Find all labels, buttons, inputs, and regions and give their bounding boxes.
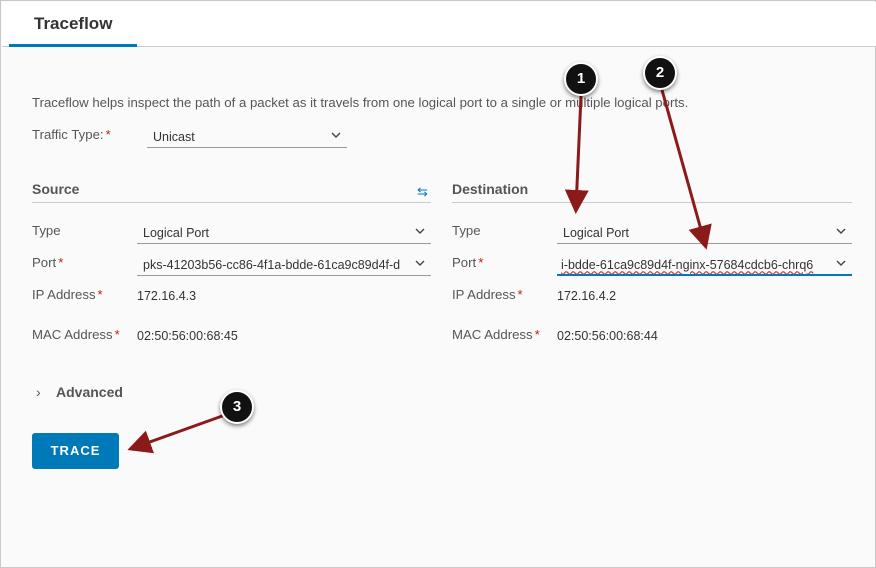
destination-type-label: Type (452, 223, 481, 238)
destination-port-select[interactable]: i-bdde-61ca9c89d4f-nginx-57684cdcb6-chrq… (557, 253, 852, 276)
destination-title: Destination (452, 181, 529, 197)
description-text: Traceflow helps inspect the path of a pa… (32, 95, 689, 110)
destination-ip-label: IP Address * (452, 287, 523, 302)
source-ip-label: IP Address * (32, 287, 103, 302)
source-port-label: Port * (32, 255, 64, 270)
traffic-type-value: Unicast (153, 130, 195, 144)
callout-badge-2: 2 (643, 56, 677, 90)
chevron-down-icon (413, 224, 427, 238)
source-port-value: pks-41203b56-cc86-4f1a-bdde-61ca9c89d4f-… (143, 258, 401, 272)
chevron-down-icon (834, 256, 848, 270)
advanced-label: Advanced (56, 384, 123, 400)
tab-bar: Traceflow (2, 2, 876, 47)
destination-divider (452, 202, 852, 203)
source-port-select[interactable]: pks-41203b56-cc86-4f1a-bdde-61ca9c89d4f-… (137, 253, 431, 276)
trace-button[interactable]: TRACE (32, 433, 119, 469)
destination-type-select[interactable]: Logical Port (557, 221, 852, 244)
chevron-down-icon (834, 224, 848, 238)
swap-icon[interactable]: ⇆ (417, 184, 428, 200)
callout-badge-1: 1 (564, 62, 598, 96)
source-divider (32, 202, 431, 203)
destination-ip-value: 172.16.4.2 (557, 289, 617, 303)
destination-port-value: i-bdde-61ca9c89d4f-nginx-57684cdcb6-chrq… (561, 258, 814, 272)
destination-port-label: Port * (452, 255, 484, 270)
source-mac-value: 02:50:56:00:68:45 (137, 329, 238, 343)
source-type-label: Type (32, 223, 61, 238)
source-title: Source (32, 181, 80, 197)
destination-mac-value: 02:50:56:00:68:44 (557, 329, 658, 343)
traffic-type-label: Traffic Type: * (32, 127, 111, 142)
callout-badge-3: 3 (220, 390, 254, 424)
chevron-down-icon (413, 256, 427, 270)
source-type-value: Logical Port (143, 226, 210, 240)
source-mac-label: MAC Address * (32, 327, 120, 342)
chevron-right-icon: › (36, 384, 41, 400)
destination-mac-label: MAC Address * (452, 327, 540, 342)
chevron-down-icon (329, 128, 343, 142)
advanced-toggle[interactable]: › Advanced (36, 384, 123, 400)
traffic-type-select[interactable]: Unicast (147, 125, 347, 148)
traceflow-panel: Traceflow (0, 0, 876, 568)
destination-type-value: Logical Port (563, 226, 630, 240)
tab-traceflow[interactable]: Traceflow (9, 2, 138, 47)
source-ip-value: 172.16.4.3 (137, 289, 197, 303)
source-type-select[interactable]: Logical Port (137, 221, 431, 244)
